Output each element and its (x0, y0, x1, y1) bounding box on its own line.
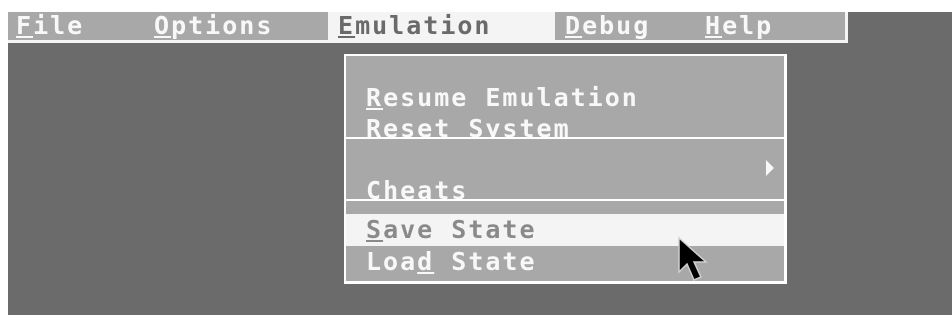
menu-help-label: elp (722, 12, 774, 40)
save-state-accelerator: S (366, 215, 384, 244)
menu-options[interactable]: Options (154, 12, 273, 40)
menu-debug-label: ebug (582, 12, 651, 40)
menu-emulation[interactable]: Emulation (328, 12, 555, 40)
menu-item-load-state-label: Load State (366, 248, 537, 276)
emulator-screen: File Options Emulation Debug Help Resume… (8, 12, 952, 315)
menu-item-resume-emulation[interactable]: Resume Emulation (346, 56, 784, 112)
menu-emulation-accelerator: E (338, 12, 356, 40)
menu-item-load-state[interactable]: Load State (346, 246, 784, 281)
menu-help-accelerator: H (705, 12, 723, 40)
menu-file-accelerator: F (16, 12, 34, 40)
menu-debug[interactable]: Debug (565, 12, 650, 40)
save-state-after: ave State (383, 215, 537, 244)
menu-emulation-label: mulation (355, 12, 492, 40)
submenu-arrow-icon (766, 160, 774, 176)
menu-item-save-state-label: Save State (366, 216, 537, 244)
menu-options-label: ptions (171, 12, 274, 40)
load-state-accelerator: d (417, 247, 435, 276)
menu-item-reset-system[interactable]: Reset System (346, 87, 784, 143)
menu-debug-accelerator: D (565, 12, 583, 40)
mouse-pointer-icon (678, 236, 708, 281)
menu-item-save-state[interactable]: Save State (346, 214, 784, 246)
menu-item-cheats[interactable]: Cheats (346, 149, 784, 205)
menu-file[interactable]: File (16, 12, 84, 40)
emulation-dropdown-menu: Resume Emulation Reset System Cheats Sav… (344, 54, 787, 284)
menu-file-label: ile (33, 12, 85, 40)
menu-bar: File Options Emulation Debug Help (8, 12, 848, 43)
menu-group-state-top (346, 201, 784, 214)
menu-help[interactable]: Help (705, 12, 773, 40)
load-state-before: Loa (366, 247, 418, 276)
menu-options-accelerator: O (154, 12, 172, 40)
load-state-after: State (434, 247, 537, 276)
